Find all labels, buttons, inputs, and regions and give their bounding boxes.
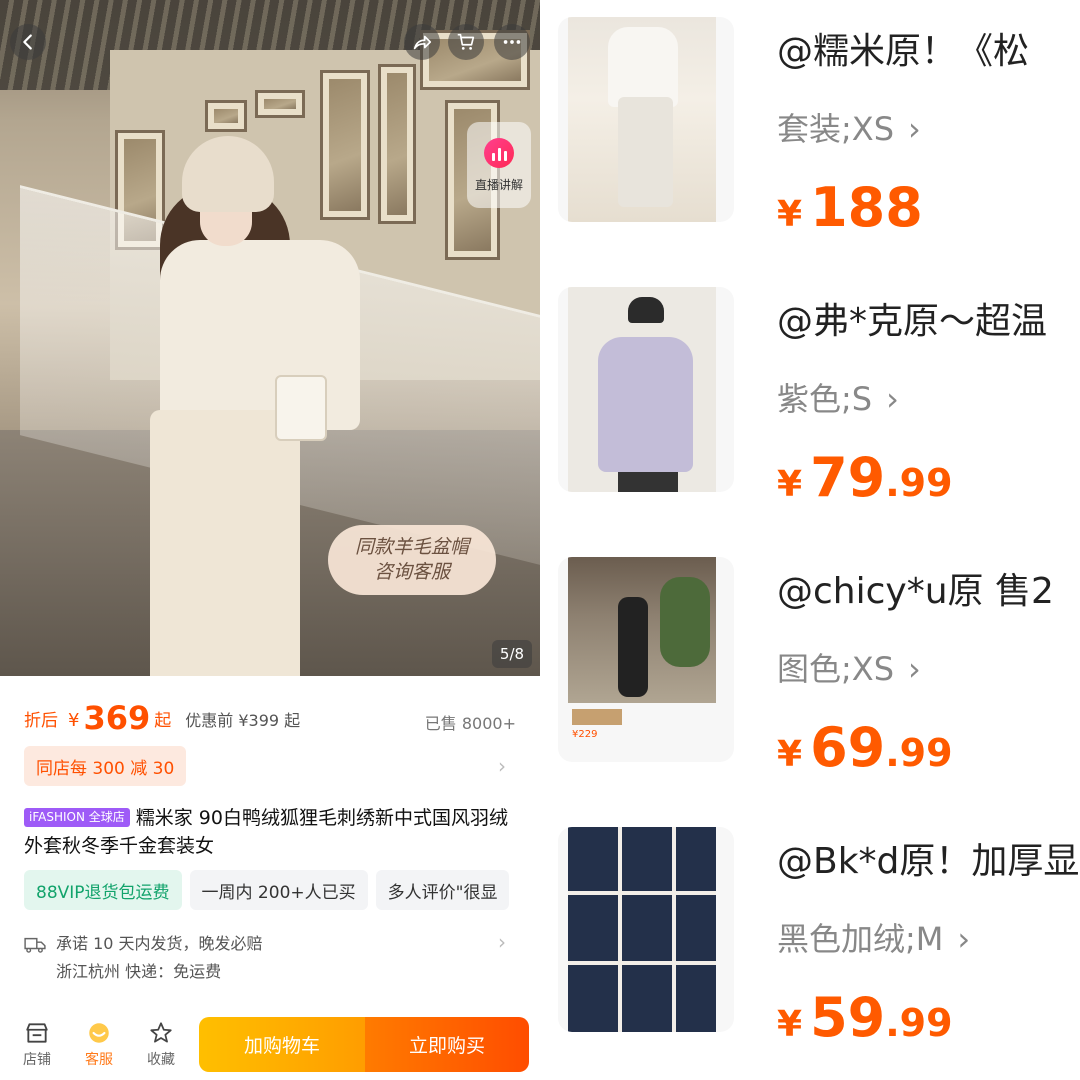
share-button[interactable] bbox=[404, 24, 440, 60]
price-amount: 369 bbox=[83, 699, 151, 737]
shipping-origin: 浙江杭州 快递：免运费 bbox=[56, 962, 222, 981]
listing-price: ¥59.99 bbox=[777, 986, 953, 1049]
favorite-tab[interactable]: 收藏 bbox=[130, 1020, 192, 1069]
tag-reviews[interactable]: 多人评价"很显 bbox=[375, 870, 510, 910]
star-icon bbox=[150, 1021, 172, 1043]
chevron-right-icon: › bbox=[957, 920, 971, 958]
customer-service-bubble[interactable]: 同款羊毛盆帽 咨询客服 bbox=[328, 525, 496, 595]
add-to-cart-button[interactable]: 加购物车 bbox=[199, 1017, 365, 1072]
price-integer: 69 bbox=[810, 716, 886, 779]
favorite-label: 收藏 bbox=[147, 1051, 175, 1068]
listing-thumbnail[interactable] bbox=[558, 17, 734, 222]
shipping-promise: 承诺 10 天内发货，晚发必赔 bbox=[56, 934, 263, 953]
model-skirt bbox=[150, 410, 300, 676]
cart-button[interactable] bbox=[448, 24, 484, 60]
painting-frame bbox=[205, 100, 247, 132]
listing-title: @糯米原！《松 bbox=[777, 31, 1030, 72]
price-decimal: .99 bbox=[885, 461, 953, 505]
more-dots-icon bbox=[503, 40, 521, 44]
sold-count: 已售 8000+ bbox=[424, 714, 516, 733]
listing-variant[interactable]: 套装;XS › bbox=[777, 104, 921, 150]
price-decimal: .99 bbox=[885, 1001, 953, 1045]
buy-now-button[interactable]: 立即购买 bbox=[365, 1017, 529, 1072]
price-currency: ¥ bbox=[777, 734, 803, 775]
customer-service-icon bbox=[89, 1022, 109, 1043]
price-integer: 59 bbox=[810, 986, 886, 1049]
price-currency: ¥ bbox=[777, 1004, 803, 1045]
price-prefix: 折后 bbox=[24, 711, 58, 731]
price-integer: 79 bbox=[810, 446, 886, 509]
more-button[interactable] bbox=[494, 24, 530, 60]
listing-item[interactable]: @糯米原！《松 套装;XS › ¥188 bbox=[540, 0, 1080, 250]
live-explain-label: 直播讲解 bbox=[474, 177, 523, 192]
chevron-left-icon bbox=[23, 34, 32, 50]
variant-label: 图色;XS bbox=[777, 650, 895, 688]
thumbnail-image bbox=[568, 827, 716, 1032]
thumbnail-image bbox=[568, 557, 716, 703]
cart-icon bbox=[457, 33, 475, 50]
thumbnail-price: ¥229 bbox=[572, 729, 598, 740]
listing-variant[interactable]: 图色;XS › bbox=[777, 644, 921, 690]
chevron-right-icon: › bbox=[908, 650, 921, 688]
listing-title: @Bk*d原！加厚显 bbox=[777, 841, 1080, 882]
listing-thumbnail[interactable]: ¥229 bbox=[558, 557, 734, 762]
listing-thumbnail[interactable] bbox=[558, 827, 734, 1032]
chevron-right-icon[interactable]: › bbox=[498, 930, 506, 954]
listing-price: ¥69.99 bbox=[777, 716, 953, 779]
painting-frame bbox=[320, 70, 370, 220]
live-chart-icon bbox=[484, 137, 514, 168]
price-currency: ¥ bbox=[777, 464, 803, 505]
model-handbag bbox=[275, 375, 327, 441]
listing-variant[interactable]: 黑色加绒;M › bbox=[777, 914, 970, 960]
product-image-carousel[interactable]: 直播讲解 同款羊毛盆帽 咨询客服 5/8 bbox=[0, 0, 540, 676]
bubble-line-2: 咨询客服 bbox=[373, 561, 450, 583]
listing-title: @弗*克原～超温 bbox=[777, 301, 1048, 342]
painting-frame bbox=[255, 90, 305, 118]
painting-frame bbox=[378, 64, 416, 224]
listing-panel: @糯米原！《松 套装;XS › ¥188 @弗*克原～超温 紫色;S › ¥79.9… bbox=[540, 0, 1080, 1080]
listing-title: @chicy*u原 售2 bbox=[777, 571, 1054, 612]
price-currency: ¥ bbox=[68, 710, 80, 731]
shop-tab[interactable]: 店铺 bbox=[6, 1020, 68, 1069]
service-tags: 88VIP退货包运费 一周内 200+人已买 多人评价"很显 bbox=[24, 870, 540, 910]
thumbnail-image bbox=[568, 287, 716, 492]
price-suffix: 起 bbox=[154, 711, 172, 731]
price-integer: 188 bbox=[810, 176, 923, 239]
chevron-right-icon: › bbox=[886, 380, 899, 418]
store-icon bbox=[26, 1022, 48, 1043]
shop-label: 店铺 bbox=[23, 1051, 51, 1068]
service-label: 客服 bbox=[85, 1051, 113, 1068]
chevron-right-icon[interactable]: › bbox=[498, 754, 506, 778]
share-icon bbox=[413, 35, 432, 50]
shipping-info[interactable]: 承诺 10 天内发货，晚发必赔 浙江杭州 快递：免运费 bbox=[24, 930, 514, 986]
listing-price: ¥79.99 bbox=[777, 446, 953, 509]
product-title-block: iFASHION 全球店 糯米家 90白鸭绒狐狸毛刺绣新中式国风羽绒外套秋冬季千金… bbox=[24, 804, 524, 860]
tag-88vip[interactable]: 88VIP退货包运费 bbox=[24, 870, 182, 910]
variant-label: 套装;XS bbox=[777, 110, 895, 148]
listing-price: ¥188 bbox=[777, 176, 923, 239]
service-tab[interactable]: 客服 bbox=[68, 1020, 130, 1069]
variant-label: 紫色;S bbox=[777, 380, 873, 418]
truck-icon bbox=[24, 937, 46, 953]
back-button[interactable] bbox=[10, 24, 46, 60]
ifashion-badge: iFASHION 全球店 bbox=[24, 808, 130, 827]
image-counter: 5/8 bbox=[492, 640, 532, 668]
listing-thumbnail[interactable] bbox=[558, 287, 734, 492]
model-coat bbox=[160, 240, 360, 430]
tag-weekly-buyers[interactable]: 一周内 200+人已买 bbox=[189, 870, 368, 910]
price-decimal: .99 bbox=[885, 731, 953, 775]
variant-label: 黑色加绒;M bbox=[777, 920, 944, 958]
bubble-line-1: 同款羊毛盆帽 bbox=[354, 536, 469, 558]
chevron-right-icon: › bbox=[908, 110, 921, 148]
product-detail-panel: 直播讲解 同款羊毛盆帽 咨询客服 5/8 折后 ¥ 369 起 优惠前 ¥399… bbox=[0, 0, 540, 1080]
live-explain-button[interactable]: 直播讲解 bbox=[467, 122, 531, 208]
store-coupon[interactable]: 同店每 300 减 30 bbox=[24, 746, 187, 786]
listing-item[interactable]: @弗*克原～超温 紫色;S › ¥79.99 bbox=[540, 270, 1080, 520]
listing-item[interactable]: @Bk*d原！加厚显 黑色加绒;M › ¥59.99 bbox=[540, 810, 1080, 1060]
listing-variant[interactable]: 紫色;S › bbox=[777, 374, 899, 420]
original-price: 优惠前 ¥399 起 bbox=[185, 711, 301, 730]
price-currency: ¥ bbox=[777, 194, 803, 235]
listing-item[interactable]: ¥229 @chicy*u原 售2 图色;XS › ¥69.99 bbox=[540, 540, 1080, 790]
thumbnail-image bbox=[568, 17, 716, 222]
